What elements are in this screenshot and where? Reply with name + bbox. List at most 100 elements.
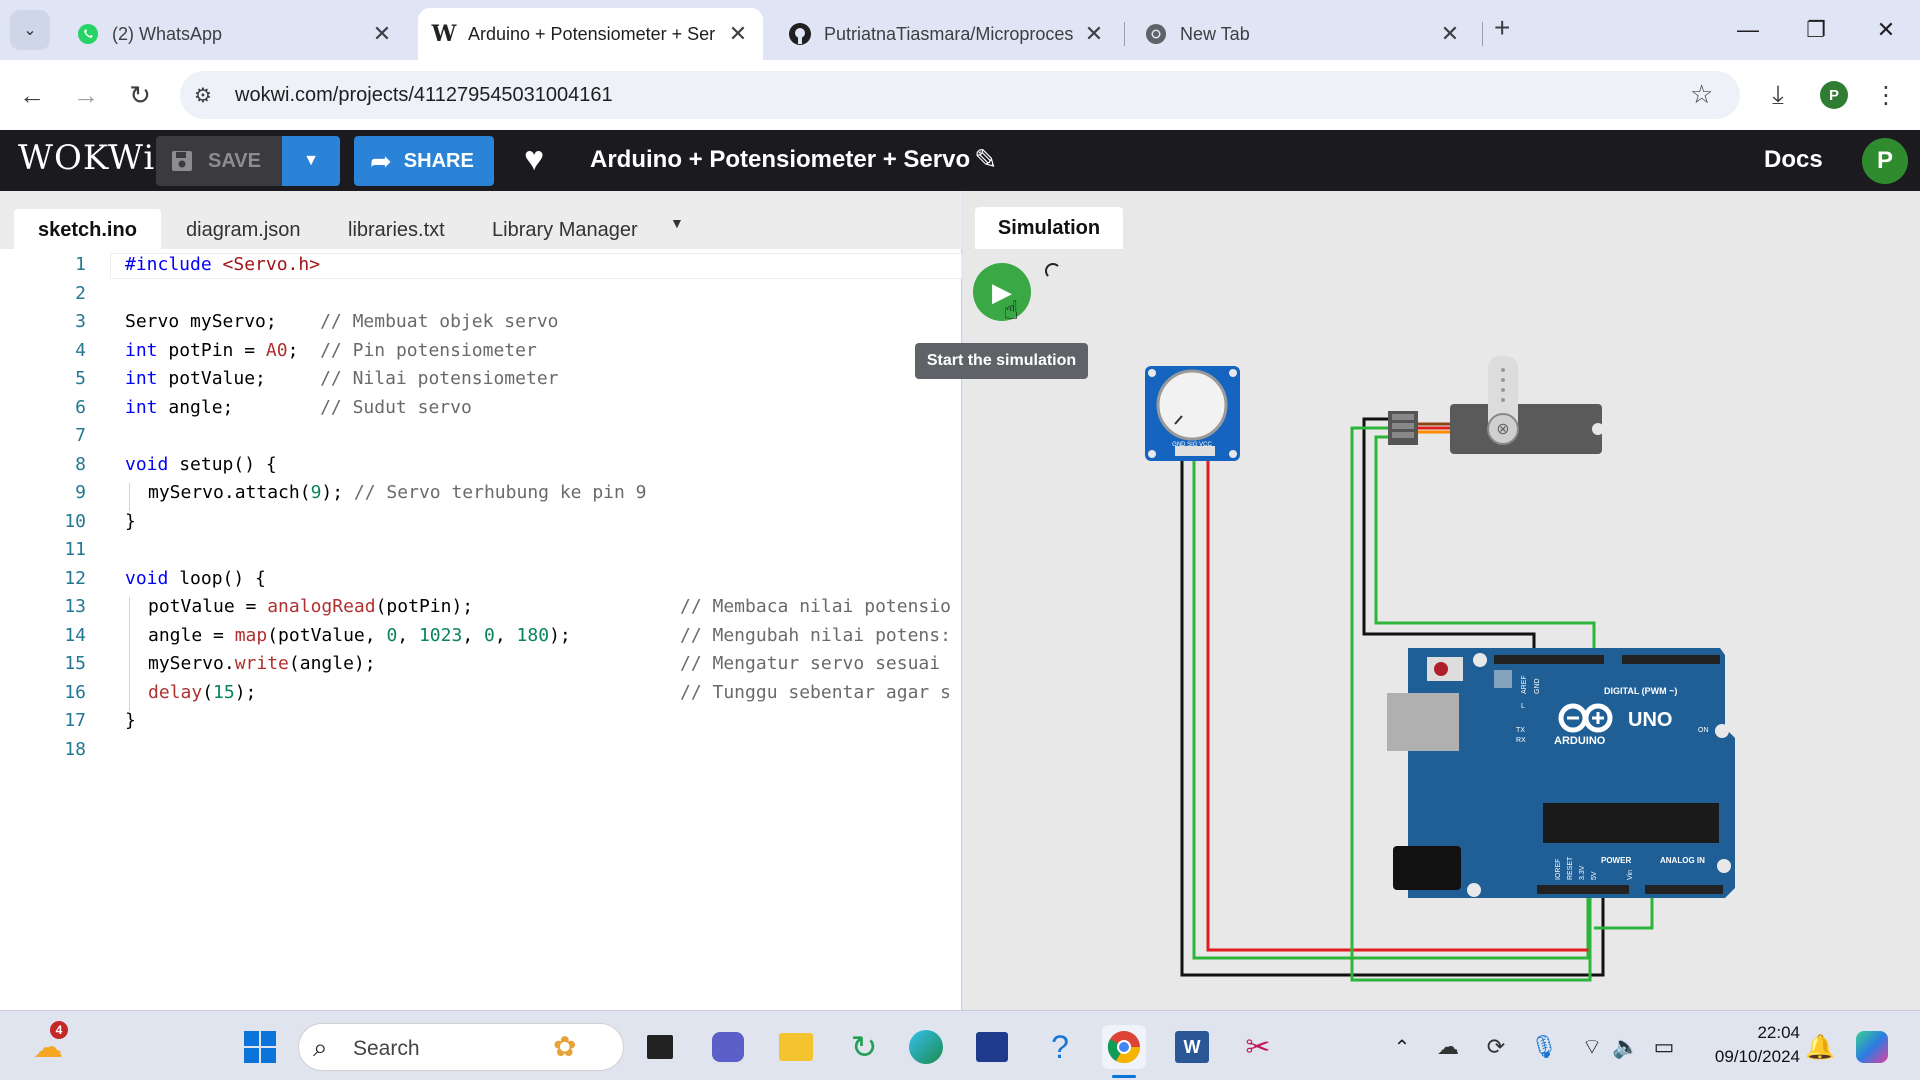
battery-icon[interactable]: ▭ xyxy=(1642,1025,1686,1069)
atmega-chip xyxy=(1543,803,1719,843)
active-app-indicator xyxy=(1112,1075,1136,1078)
browser-tab-github[interactable]: PutriatnaTiasmara/Microproces ✕ xyxy=(774,8,1119,60)
close-tab-icon[interactable]: ✕ xyxy=(371,21,393,47)
board-rx-label: RX xyxy=(1516,737,1526,744)
board-5v-label: 5V xyxy=(1591,871,1598,880)
code-line: 12 void loop() { xyxy=(64,567,266,589)
browser-toolbar: ← → ↻ ⚙ wokwi.com/projects/4112795450310… xyxy=(0,60,1920,130)
clock-date[interactable]: 09/10/2024 xyxy=(1700,1047,1800,1067)
board-ioref-label: IOREF xyxy=(1555,859,1562,880)
code-line: 14 angle = map(potValue, 0, 1023, 0, 180)… xyxy=(64,624,951,646)
address-bar[interactable]: ⚙ wokwi.com/projects/411279545031004161 … xyxy=(180,71,1740,119)
restore-icon[interactable]: ❐ xyxy=(1796,10,1836,50)
tab-title: (2) WhatsApp xyxy=(112,23,223,44)
edge-icon[interactable] xyxy=(904,1025,948,1069)
wire-servo-gnd xyxy=(1362,417,1536,665)
tab-sketch-ino[interactable]: sketch.ino xyxy=(14,209,161,249)
refresh-app-icon[interactable]: ↻ xyxy=(842,1025,886,1069)
close-window-icon[interactable]: ✕ xyxy=(1866,10,1906,50)
snipping-tool-icon[interactable]: ✂ xyxy=(1236,1025,1280,1069)
board-power-label: POWER xyxy=(1601,856,1631,865)
help-icon[interactable]: ? xyxy=(1038,1025,1082,1069)
docs-link[interactable]: Docs xyxy=(1764,146,1823,174)
save-button[interactable]: SAVE xyxy=(156,136,282,186)
reload-icon[interactable]: ↻ xyxy=(120,75,160,115)
user-avatar[interactable]: P xyxy=(1862,138,1908,184)
onedrive-icon[interactable]: ☁ xyxy=(1426,1025,1470,1069)
forward-icon[interactable]: → xyxy=(66,75,106,115)
close-tab-icon[interactable]: ✕ xyxy=(727,21,749,47)
share-button[interactable]: ➦ SHARE xyxy=(354,136,494,186)
notification-bell-icon[interactable]: 🔔 xyxy=(1798,1025,1842,1069)
file-explorer-icon[interactable] xyxy=(774,1025,818,1069)
tab-title: New Tab xyxy=(1180,23,1250,44)
heart-icon[interactable]: ♥ xyxy=(524,140,544,179)
share-arrow-icon: ➦ xyxy=(370,145,392,176)
svg-text:⊗: ⊗ xyxy=(1496,419,1509,438)
new-tab-icon[interactable]: + xyxy=(1494,12,1510,44)
close-tab-icon[interactable]: ✕ xyxy=(1083,21,1105,47)
profile-avatar[interactable]: P xyxy=(1820,81,1848,109)
url-text[interactable]: wokwi.com/projects/411279545031004161 xyxy=(235,84,613,107)
code-line: 16 delay(15);// Tunggu sebentar agar s xyxy=(64,681,951,703)
browser-tab-newtab[interactable]: New Tab ✕ xyxy=(1130,8,1475,60)
caret-down-icon: ▼ xyxy=(303,152,319,169)
copilot-icon[interactable] xyxy=(1850,1025,1894,1069)
search-icon: ⌕ xyxy=(313,1032,328,1062)
tab-libraries-txt[interactable]: libraries.txt xyxy=(324,209,469,249)
project-title[interactable]: Arduino + Potensiometer + Servo xyxy=(590,146,970,174)
board-vin-label: Vin xyxy=(1627,870,1634,880)
site-info-icon[interactable]: ⚙ xyxy=(194,83,212,108)
tab-divider xyxy=(1482,22,1483,46)
board-tx-label: TX xyxy=(1516,727,1525,734)
whatsapp-icon xyxy=(76,22,100,46)
microphone-icon[interactable]: 🎙 xyxy=(1522,1025,1566,1069)
board-reset-label: RESET xyxy=(1567,856,1574,880)
meet-icon[interactable] xyxy=(706,1025,750,1069)
word-icon[interactable]: W xyxy=(1170,1025,1214,1069)
code-line: 6 int angle; // Sudut servo xyxy=(75,396,472,418)
servo-motor[interactable]: ⊗ xyxy=(1388,356,1604,454)
search-placeholder: Search xyxy=(353,1037,420,1060)
code-area[interactable]: 1 #include <Servo.h> 2 3 Servo myServo; //… xyxy=(0,249,962,1010)
clock-time[interactable]: 22:04 xyxy=(1730,1023,1800,1043)
browser-tab-wokwi[interactable]: W Arduino + Potensiometer + Ser ✕ xyxy=(418,8,763,60)
code-line: 9 myServo.attach(9); // Servo terhubung k… xyxy=(75,482,647,503)
save-dropdown-button[interactable]: ▼ xyxy=(282,136,340,186)
weather-badge: 4 xyxy=(50,1021,68,1039)
wokwi-logo[interactable]: WOKWi xyxy=(18,138,155,178)
windows-start-icon[interactable] xyxy=(238,1025,282,1069)
back-icon[interactable]: ← xyxy=(12,75,52,115)
tab-diagram-json[interactable]: diagram.json xyxy=(162,209,325,249)
taskbar-search[interactable]: ⌕ Search ✿ xyxy=(298,1023,624,1071)
tab-title: Arduino + Potensiometer + Ser xyxy=(468,23,716,44)
task-view-icon[interactable] xyxy=(638,1025,682,1069)
tab-search-icon[interactable]: ⌄ xyxy=(10,10,50,50)
menu-kebab-icon[interactable]: ⋮ xyxy=(1866,75,1906,115)
circuit-diagram: GND SIG VCC ⊗ DIGITAL (PWM ~) UNO ARDUIN… xyxy=(1145,356,1735,982)
code-line: 11 xyxy=(64,539,86,560)
pencil-icon[interactable]: ✎ xyxy=(974,143,997,176)
close-tab-icon[interactable]: ✕ xyxy=(1439,21,1461,47)
simulation-pane: Simulation ▶ ☝ Start the simulation GND … xyxy=(915,191,1920,1010)
bookmark-star-icon[interactable]: ☆ xyxy=(1690,79,1713,110)
tabs-dropdown-icon[interactable]: ▼ xyxy=(670,215,684,231)
minimize-icon[interactable]: — xyxy=(1728,10,1768,50)
download-icon[interactable]: ⤓ xyxy=(1758,75,1798,115)
code-line: 18 xyxy=(64,738,86,760)
chrome-taskbar-icon[interactable] xyxy=(1102,1025,1146,1069)
tab-title: PutriatnaTiasmara/Microproces xyxy=(824,23,1074,44)
board-aref-label: AREF xyxy=(1521,675,1528,694)
sync-icon[interactable]: ⟳ xyxy=(1474,1025,1518,1069)
code-line: 4 int potPin = A0; // Pin potensiometer xyxy=(75,339,537,361)
code-line: 8 void setup() { xyxy=(75,453,277,475)
store-icon[interactable] xyxy=(970,1025,1014,1069)
tab-divider xyxy=(1124,22,1125,46)
board-analog-label: ANALOG IN xyxy=(1660,856,1705,865)
tab-library-manager[interactable]: Library Manager xyxy=(468,209,662,249)
windows-taskbar: ☁ 4 ⌕ Search ✿ ↻ ? W ✂ ⌃ ☁ ⟳ 🎙 ⌔ 🔈 ▭ 22:… xyxy=(0,1010,1920,1080)
show-hidden-icons[interactable]: ⌃ xyxy=(1380,1025,1424,1069)
browser-tab-whatsapp[interactable]: (2) WhatsApp ✕ xyxy=(62,8,407,60)
code-line: 1 #include <Servo.h> xyxy=(75,254,321,275)
wire-servo-sig xyxy=(1374,435,1596,665)
